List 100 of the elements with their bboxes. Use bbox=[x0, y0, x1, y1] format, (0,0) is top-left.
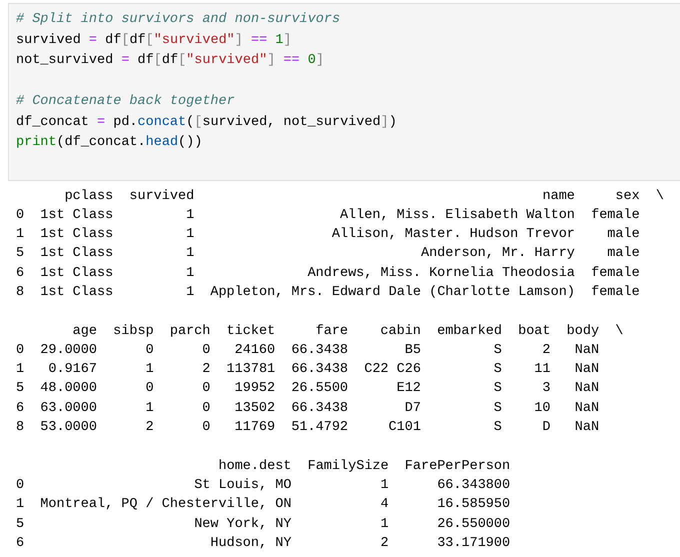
table-cell-text: 1 bbox=[185, 206, 194, 225]
table-cell-text: 10 bbox=[533, 400, 550, 418]
row-index: 5 bbox=[16, 516, 24, 534]
table-cell-text: S bbox=[492, 400, 502, 418]
table-cell-text: 1st Class bbox=[40, 284, 114, 302]
table-cell-text: male bbox=[606, 245, 640, 264]
table-cell-text: 11 bbox=[533, 361, 550, 380]
table-cell-text: 3 bbox=[541, 380, 550, 398]
table-cell-text: 1st Class bbox=[40, 245, 114, 264]
row-index: 0 bbox=[16, 206, 24, 225]
row-index: 0 bbox=[16, 476, 24, 495]
table-cell-text: 0 bbox=[201, 380, 210, 398]
column-header: embarked bbox=[437, 322, 502, 341]
table-cell-text: Allen, Miss. Elisabeth Walton bbox=[338, 206, 575, 225]
table-cell-text: 0 bbox=[201, 400, 210, 418]
table-cell-text: C22 C26 bbox=[364, 361, 421, 380]
row-index: 6 bbox=[16, 264, 24, 283]
table-cell-text: 63.0000 bbox=[40, 400, 97, 418]
table-cell-text: D7 bbox=[404, 400, 421, 418]
table-cell-text: 2 bbox=[541, 342, 550, 360]
column-header: boat bbox=[518, 322, 550, 341]
table-cell-text: 0 bbox=[201, 419, 210, 438]
row-index: 6 bbox=[16, 400, 24, 418]
table-cell-text: 0 bbox=[144, 380, 154, 398]
table-cell-text: 1 bbox=[185, 264, 194, 283]
column-header: body bbox=[566, 322, 600, 341]
code-line: df_concat = pd.concat([survived, not_survived]) bbox=[16, 114, 398, 132]
table-cell-text: 26.5500 bbox=[291, 380, 348, 398]
code-cell[interactable] bbox=[8, 3, 680, 180]
table-cell-text: 1 bbox=[144, 361, 154, 380]
table-cell-text: D bbox=[541, 419, 550, 438]
table-cell-text: 19952 bbox=[234, 380, 276, 398]
table-cell-text: 26.550000 bbox=[436, 516, 510, 534]
table-cell-text: NaN bbox=[574, 361, 600, 380]
table-cell-text: NaN bbox=[574, 419, 600, 438]
table-cell-text: 1 bbox=[380, 476, 389, 495]
table-cell-text: Allison, Master. Hudson Trevor bbox=[330, 226, 575, 244]
table-cell-text: 1 bbox=[185, 284, 194, 302]
continuation-mark: \ bbox=[615, 322, 624, 341]
table-cell-text: NaN bbox=[574, 400, 600, 418]
row-index: 1 bbox=[16, 361, 24, 380]
column-header: fare bbox=[314, 322, 348, 341]
column-header: home.dest bbox=[218, 458, 292, 476]
table-cell-text: 53.0000 bbox=[40, 419, 97, 438]
row-index: 1 bbox=[16, 496, 24, 514]
table-cell-text: E12 bbox=[396, 380, 421, 398]
table-cell-text: 1st Class bbox=[40, 226, 114, 244]
column-header: sex bbox=[614, 188, 640, 206]
column-header: name bbox=[542, 188, 575, 206]
column-header: survived bbox=[129, 188, 194, 206]
table-cell-text: female bbox=[591, 284, 640, 302]
table-cell-text: 1 bbox=[380, 516, 389, 534]
table-cell-text: Appleton, Mrs. Edward Dale (Charlotte Lamson) bbox=[210, 284, 575, 302]
table-cell-text: 33.171900 bbox=[436, 534, 510, 553]
column-header: age bbox=[72, 322, 97, 341]
table-cell-text: male bbox=[606, 226, 640, 244]
table-cell-text: 4 bbox=[380, 496, 389, 514]
row-index: 8 bbox=[16, 419, 24, 438]
column-header: parch bbox=[170, 322, 210, 341]
table-cell-text: 66.3438 bbox=[291, 400, 348, 418]
code-line: survived = df[df["survived"] == 1] bbox=[16, 32, 293, 50]
row-index: 8 bbox=[16, 284, 24, 302]
row-index: 1 bbox=[16, 226, 24, 244]
table-cell-text: NaN bbox=[574, 342, 600, 360]
table-cell-text: 66.343800 bbox=[436, 476, 510, 495]
table-cell-text: St Louis, MO bbox=[193, 476, 292, 495]
table-cell-text: S bbox=[492, 361, 502, 380]
table-cell-text: 24160 bbox=[234, 342, 276, 360]
table-cell-text: 113781 bbox=[226, 361, 276, 380]
row-index: 0 bbox=[16, 342, 24, 360]
table-cell-text: 11769 bbox=[234, 419, 276, 438]
table-cell-text: 48.0000 bbox=[40, 380, 97, 398]
table-cell-text: 1st Class bbox=[40, 264, 114, 283]
table-cell-text: B5 bbox=[404, 342, 421, 360]
column-header: FarePerPerson bbox=[404, 458, 510, 476]
table-cell-text: female bbox=[591, 264, 640, 283]
table-cell-text: 13502 bbox=[234, 400, 276, 418]
table-cell-text: S bbox=[492, 419, 502, 438]
column-header: FamilySize bbox=[308, 458, 389, 476]
row-index: 6 bbox=[16, 534, 24, 553]
table-cell-text: Anderson, Mr. Harry bbox=[420, 245, 575, 264]
table-cell-text: Montreal, PQ / Chesterville, ON bbox=[40, 496, 292, 514]
column-header: ticket bbox=[226, 322, 276, 341]
table-cell-text: 0 bbox=[144, 342, 154, 360]
column-header: pclass bbox=[64, 188, 114, 206]
code-line: not_survived = df[df["survived"] == 0] bbox=[16, 52, 325, 70]
table-cell-text: New York, NY bbox=[193, 516, 292, 534]
table-cell-text: 2 bbox=[201, 361, 210, 380]
table-cell-text: 1 bbox=[185, 245, 194, 264]
continuation-mark: \ bbox=[656, 188, 664, 206]
table-cell-text: 0.9167 bbox=[47, 361, 97, 380]
table-cell-text: 66.3438 bbox=[291, 361, 348, 380]
table-cell-text: Andrews, Miss. Kornelia Theodosia bbox=[306, 264, 575, 283]
table-cell-text: 51.4792 bbox=[291, 419, 348, 438]
code-line: # Split into survivors and non-survivors bbox=[16, 11, 342, 29]
column-header: sibsp bbox=[113, 322, 154, 341]
row-index: 5 bbox=[16, 245, 24, 264]
table-cell-text: C101 bbox=[388, 419, 421, 438]
code-line: # Concatenate back together bbox=[16, 93, 236, 111]
table-cell-text: S bbox=[492, 380, 502, 398]
